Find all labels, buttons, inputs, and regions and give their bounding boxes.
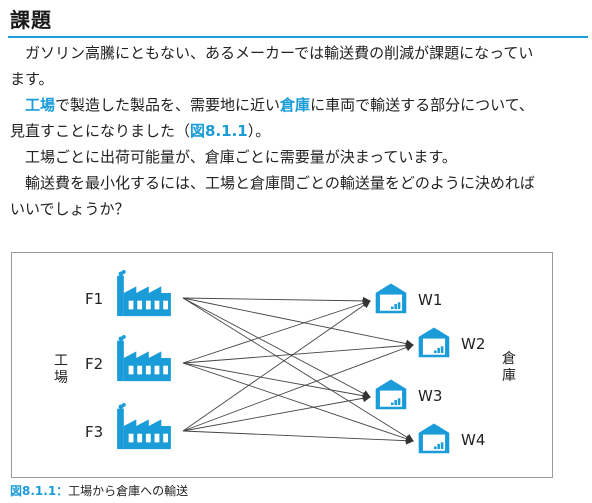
arrow-f3-to-w1 [182,300,371,432]
factory-icon [117,403,171,450]
arrow-f2-to-w1 [182,299,371,364]
paragraph-3: 工場ごとに出荷可能量が、倉庫ごとに需要量が決まっています。 [10,144,585,170]
warehouse-icon [375,283,407,314]
highlighted-term: 倉庫 [280,96,311,114]
factory-label-f1: F1 [85,290,103,308]
paragraph-1: ガソリン高騰にともない、あるメーカーでは輸送費の削減が課題になってい ます。 [10,40,585,92]
arrow-f2-to-w2 [182,341,414,364]
arrow-f3-to-w3 [182,394,371,432]
caption-text: 工場から倉庫への輸送 [68,484,189,498]
figure-caption: 図8.1.1：工場から倉庫への輸送 [10,482,188,499]
warehouse-icon [418,423,450,454]
paragraph-text: いいでしょうか？ [10,200,130,218]
arrow-f1-to-w1 [182,296,371,305]
arrow-f3-to-w4 [182,430,414,445]
transport-arrows [182,296,414,445]
warehouse-label-w1: W1 [418,291,442,309]
transport-figure: 工 場 倉 庫 F1 F2 F3 W1 W2 W3 W4 [11,252,553,478]
warehouse-icon [375,379,407,410]
paragraph-text: 見直すことになりました（ [10,122,191,140]
factory-label-f3: F3 [85,423,103,441]
arrow-f2-to-w3 [182,362,371,400]
warehouse-label-w4: W4 [461,431,485,449]
figure-number: 図8.1.1： [10,484,69,498]
transport-diagram: 工 場 倉 庫 F1 F2 F3 W1 W2 W3 W4 [54,270,520,454]
factory-group-label: 工 場 [54,353,72,386]
paragraph-text: 工場ごとに出荷可能量が、倉庫ごとに需要量が決まっています。 [10,148,457,166]
paragraph-4: 輸送費を最小化するには、工場と倉庫間ごとの輸送量をどのように決めれば いいでしょう… [10,170,585,222]
paragraph-2: 工場で製造した製品を、需要地に近い倉庫に車両で輸送する部分について、見直すことに… [10,92,585,144]
warehouse-icon [418,327,450,358]
paragraph-text: 輸送費を最小化するには、工場と倉庫間ごとの輸送量をどのように決めれば [10,174,535,192]
highlighted-term: 図8.1.1 [190,122,248,140]
section-heading: 課題 [8,2,588,38]
section-title: 課題 [10,8,52,32]
paragraph-text [10,96,25,114]
factory-icon [117,270,171,317]
arrow-f1-to-w3 [182,297,371,398]
warehouse-label-w2: W2 [461,335,485,353]
warehouse-label-w3: W3 [418,387,442,405]
highlighted-term: 工場 [25,96,56,114]
paragraph-text: に車両で輸送する部分について、 [310,96,534,114]
factory-icon [117,335,171,382]
factory-label-f2: F2 [85,355,103,373]
warehouse-group-label: 倉 庫 [502,351,520,384]
paragraph-text: で製造した製品を、需要地に近い [55,96,281,114]
paragraph-text: ます。 [10,70,54,88]
paragraph-text: ガソリン高騰にともない、あるメーカーでは輸送費の削減が課題になってい [10,44,534,62]
paragraph-text: ）。 [247,122,271,140]
